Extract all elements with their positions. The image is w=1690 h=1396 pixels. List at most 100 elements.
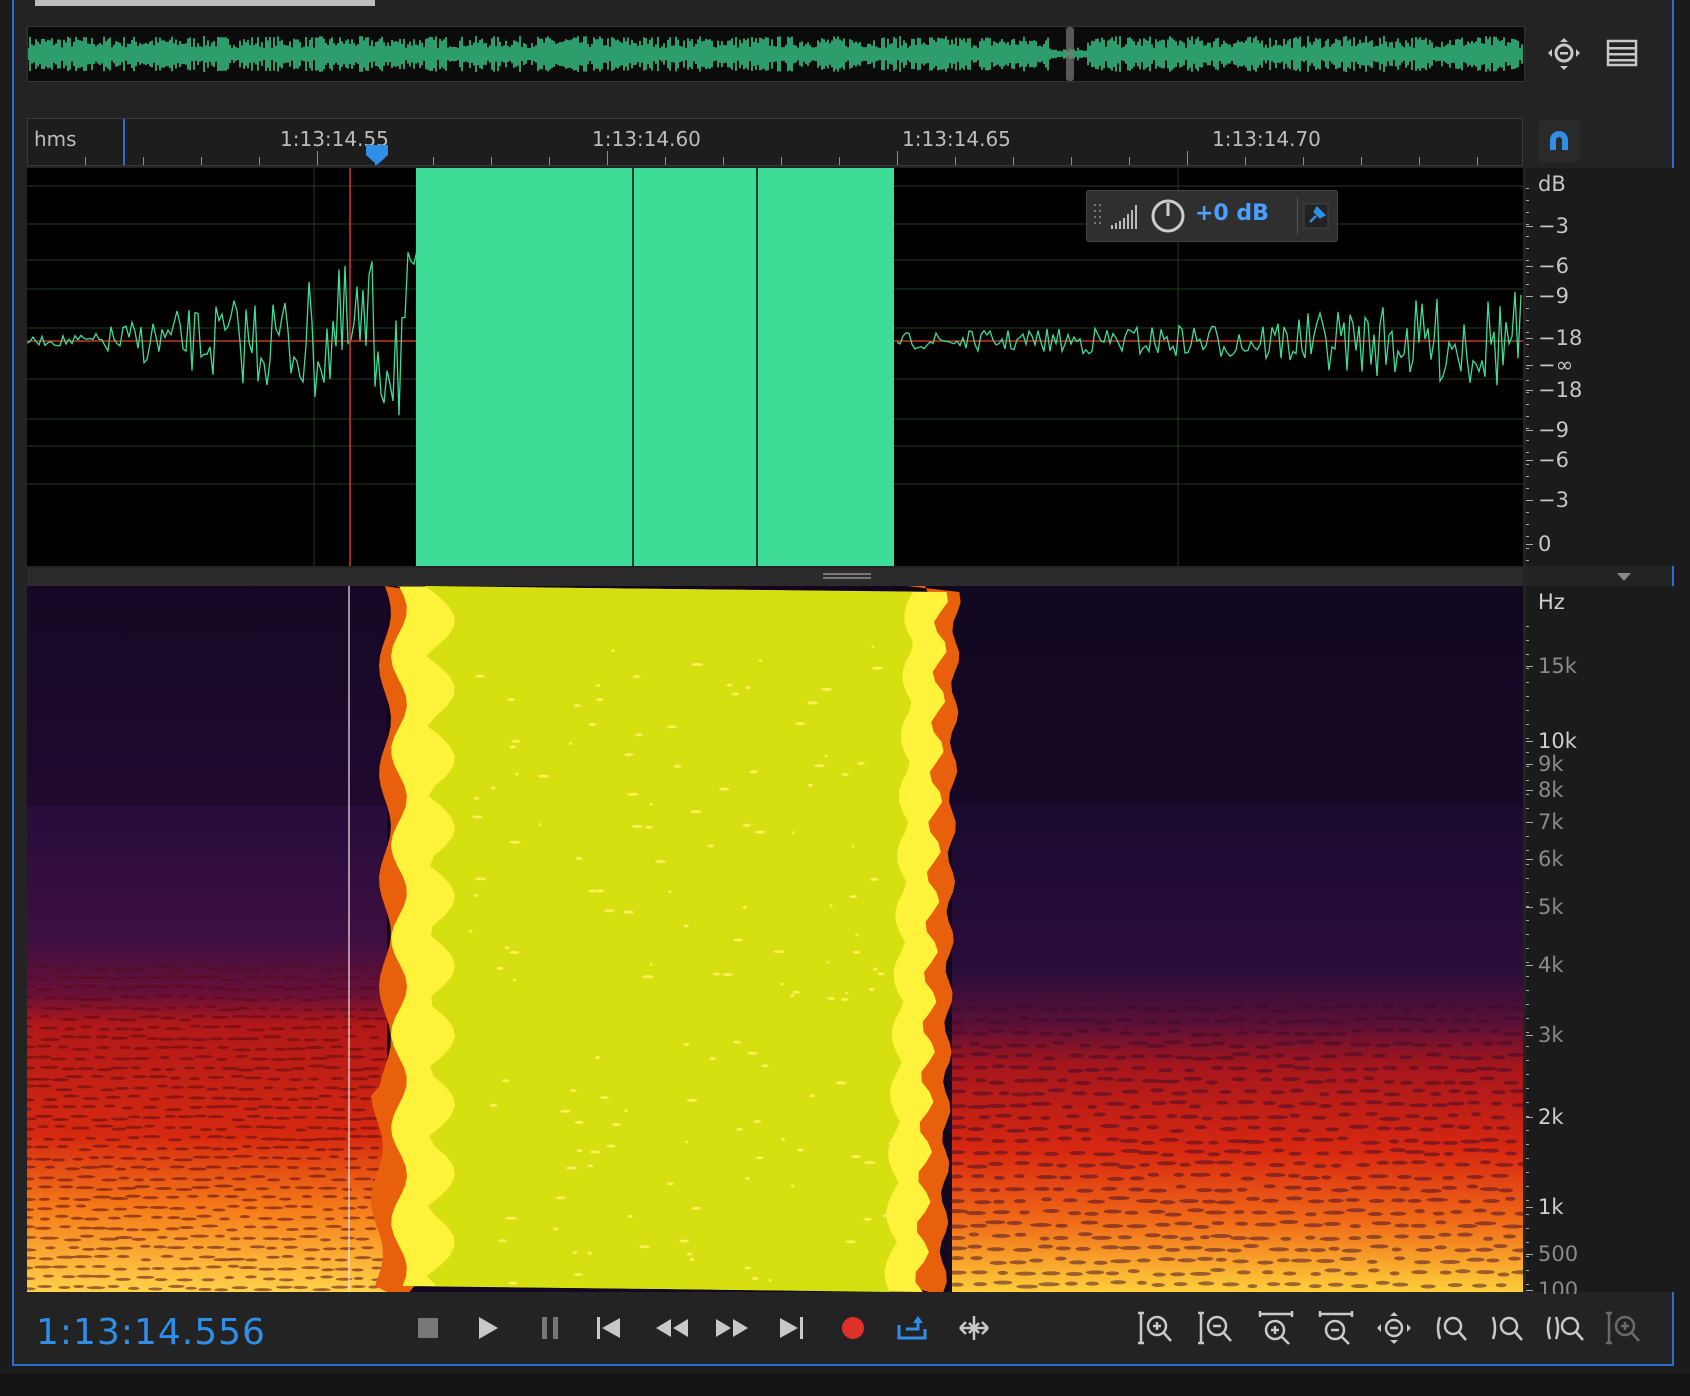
hz-minor-tick: [1526, 626, 1529, 627]
record-icon[interactable]: [838, 1308, 868, 1348]
ruler-tick: [1071, 157, 1072, 165]
zoom-in-amplitude-icon[interactable]: [1136, 1308, 1176, 1348]
skip-selection-icon[interactable]: [954, 1308, 994, 1348]
ruler-tick: [1361, 157, 1362, 165]
hz-minor-tick: [1526, 1228, 1529, 1229]
db-minor-tick: [1526, 368, 1529, 369]
hz-scale-tick: [1526, 1254, 1533, 1255]
db-minor-tick: [1526, 248, 1529, 249]
gain-hud[interactable]: +0 dB: [1086, 190, 1338, 242]
zoom-selection-icon[interactable]: [1544, 1308, 1588, 1348]
spectrogram-graphic: [27, 586, 1523, 1292]
stop-icon[interactable]: [414, 1308, 442, 1348]
ruler-tick: [897, 151, 898, 165]
rewind-icon[interactable]: [654, 1308, 690, 1348]
hz-minor-tick: [1526, 892, 1529, 893]
ruler-time-label: 1:13:14.60: [592, 127, 701, 151]
zoom-icon[interactable]: [1546, 36, 1582, 78]
hz-minor-tick: [1526, 1186, 1529, 1187]
hz-minor-tick: [1526, 1144, 1529, 1145]
ruler-tick: [1013, 157, 1014, 165]
db-minor-tick: [1526, 392, 1529, 393]
gain-value[interactable]: +0 dB: [1195, 201, 1269, 226]
zoom-out-point-icon[interactable]: [1488, 1308, 1528, 1348]
zoom-out-amplitude-icon[interactable]: [1196, 1308, 1236, 1348]
db-minor-tick: [1526, 272, 1529, 273]
db-scale-label: dB: [1538, 172, 1566, 196]
zoom-out-time-icon[interactable]: [1316, 1308, 1356, 1348]
zoom-out-full-icon[interactable]: [1374, 1308, 1414, 1348]
db-minor-tick: [1526, 236, 1529, 237]
hz-minor-tick: [1526, 1270, 1529, 1271]
skip-start-icon[interactable]: [594, 1308, 624, 1348]
db-minor-tick: [1526, 476, 1529, 477]
hz-scale-label: 2k: [1538, 1105, 1564, 1129]
db-minor-tick: [1526, 416, 1529, 417]
db-scale-tick: [1526, 390, 1533, 391]
menu-icon[interactable]: [1606, 38, 1638, 74]
db-minor-tick: [1526, 380, 1529, 381]
status-strip: [0, 1374, 1690, 1396]
db-minor-tick: [1526, 200, 1529, 201]
hz-minor-tick: [1526, 1256, 1529, 1257]
hz-scale-tick: [1526, 907, 1533, 908]
hud-divider: [1297, 197, 1298, 235]
pause-icon[interactable]: [536, 1308, 564, 1348]
hz-minor-tick: [1526, 1032, 1529, 1033]
ruler-tick: [1419, 157, 1420, 165]
loop-icon[interactable]: [894, 1308, 930, 1348]
db-scale-label: −3: [1538, 488, 1569, 512]
hz-scale-tick: [1526, 965, 1533, 966]
db-minor-tick: [1526, 320, 1529, 321]
time-readout[interactable]: 1:13:14.556: [36, 1312, 266, 1353]
hz-minor-tick: [1526, 1242, 1529, 1243]
overview-waveform-graphic: [28, 27, 1523, 81]
hz-scale-label: 15k: [1538, 654, 1577, 678]
zoom-selected-channel-icon[interactable]: [1604, 1308, 1644, 1348]
db-scale-label: −6: [1538, 254, 1569, 278]
hz-minor-tick: [1526, 1018, 1529, 1019]
hz-scale-tick: [1526, 666, 1533, 667]
db-scale-tick: [1526, 266, 1533, 267]
db-minor-tick: [1526, 464, 1529, 465]
hz-minor-tick: [1526, 696, 1529, 697]
overview-waveform[interactable]: [27, 26, 1525, 82]
db-minor-tick: [1526, 356, 1529, 357]
spectral-frequency-display[interactable]: [27, 586, 1523, 1292]
chevron-down-icon[interactable]: [1617, 573, 1631, 581]
drag-handle-icon[interactable]: [1093, 203, 1103, 229]
view-splitter[interactable]: [27, 568, 1631, 586]
hz-minor-tick: [1526, 864, 1529, 865]
play-icon[interactable]: [474, 1308, 502, 1348]
db-minor-tick: [1526, 512, 1529, 513]
pin-icon[interactable]: [1303, 203, 1329, 229]
fast-forward-icon[interactable]: [714, 1308, 750, 1348]
hz-minor-tick: [1526, 1074, 1529, 1075]
playhead-handle-icon[interactable]: [364, 143, 390, 167]
waveform-view[interactable]: +0 dB: [27, 168, 1523, 566]
hz-minor-tick: [1526, 948, 1529, 949]
gain-knob-icon[interactable]: [1149, 197, 1187, 235]
hz-minor-tick: [1526, 1172, 1529, 1173]
db-scale-tick: [1526, 544, 1533, 545]
ruler-tick: [723, 157, 724, 165]
time-ruler[interactable]: hms 1:13:14.55 1:13:14.60 1:13:14.65 1:1…: [27, 118, 1523, 166]
ruler-tick: [259, 157, 260, 165]
skip-end-icon[interactable]: [776, 1308, 806, 1348]
db-minor-tick: [1526, 344, 1529, 345]
hz-scale-label: 9k: [1538, 752, 1564, 776]
ruler-tick: [1477, 157, 1478, 165]
zoom-in-point-icon[interactable]: [1432, 1308, 1472, 1348]
hz-minor-tick: [1526, 822, 1529, 823]
db-minor-tick: [1526, 452, 1529, 453]
magnet-icon[interactable]: [1538, 120, 1580, 162]
hz-minor-tick: [1526, 738, 1529, 739]
level-meter-icon: [1111, 205, 1137, 229]
zoom-in-time-icon[interactable]: [1256, 1308, 1296, 1348]
splitter-grip-icon[interactable]: [823, 573, 871, 581]
db-minor-tick: [1526, 524, 1529, 525]
db-scale-tick: [1526, 338, 1533, 339]
hz-scale-label: 5k: [1538, 895, 1564, 919]
ruler-tick: [549, 157, 550, 165]
ruler-marker: [123, 119, 125, 165]
